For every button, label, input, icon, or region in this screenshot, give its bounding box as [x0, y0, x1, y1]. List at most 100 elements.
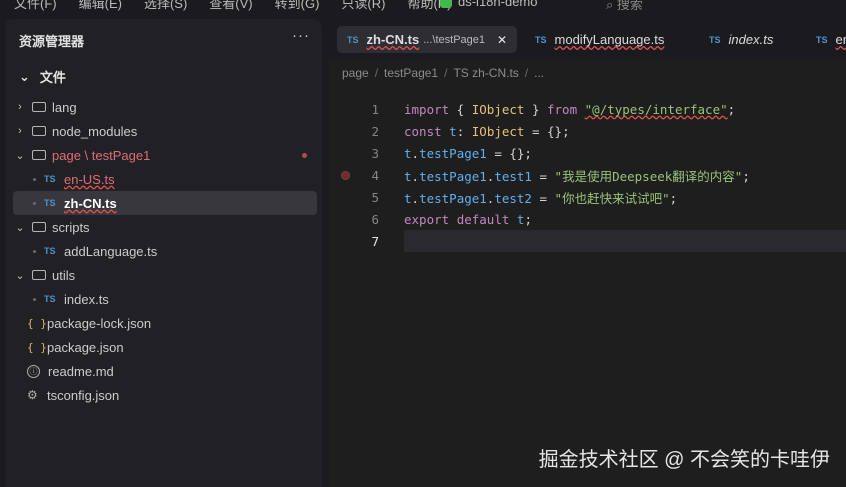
tree-item[interactable]: › node_modules: [13, 119, 317, 143]
code-token: t: [404, 190, 412, 206]
breadcrumb-separator: /: [374, 66, 379, 80]
menu-item[interactable]: 文件(F): [14, 0, 57, 12]
tree-item-label: package-lock.json: [47, 315, 152, 331]
tree-item[interactable]: TS en-US.ts: [13, 167, 317, 191]
folder-icon: [32, 150, 46, 160]
tree-item[interactable]: { } package-lock.json: [13, 311, 317, 335]
close-icon[interactable]: ✕: [497, 33, 507, 47]
tree-item[interactable]: ⌄ scripts: [13, 215, 317, 239]
typescript-file-icon: TS: [44, 246, 56, 256]
code-token: const: [404, 123, 442, 139]
typescript-file-icon: TS: [44, 174, 56, 184]
tree-item[interactable]: › lang: [13, 95, 317, 119]
chevron-down-icon: ⌄: [15, 221, 25, 234]
tree-item[interactable]: ⚙ tsconfig.json: [13, 383, 317, 407]
search-label: 搜索: [616, 0, 643, 12]
tree-item[interactable]: TS addLanguage.ts: [13, 239, 317, 263]
tree-indent-icon: [33, 201, 36, 205]
tree-item[interactable]: TS zh-CN.ts: [13, 191, 317, 215]
tree-item[interactable]: ⌄ utils: [13, 263, 317, 287]
code-token: testPage1: [419, 190, 487, 206]
code-line: 1 import { IObject } from "@/types/interf…: [329, 98, 846, 120]
code-token: ;: [524, 211, 532, 227]
code-token: "@/types/interface": [584, 101, 728, 117]
code-token: from: [547, 101, 578, 117]
code-line: 2 const t: IObject = {};: [329, 120, 846, 142]
code-token: export: [404, 211, 450, 227]
editor-tab[interactable]: TS zh-CN.ts ...\testPage1 ✕: [337, 26, 518, 53]
command-search[interactable]: ⌕ 搜索: [606, 0, 643, 13]
code-token: :: [456, 123, 472, 139]
menu-item[interactable]: 选择(S): [144, 0, 187, 12]
code-line: 7: [329, 230, 846, 252]
code-token: = {};: [524, 123, 570, 139]
code-token: default: [456, 211, 510, 227]
folder-icon: [32, 270, 46, 280]
editor-tab[interactable]: TS modifyLanguage.ts: [525, 26, 674, 53]
code-token: .: [411, 168, 420, 184]
breadcrumb-item[interactable]: page: [342, 66, 369, 80]
root-folder-label: 文件: [39, 70, 66, 85]
code-token: test2: [494, 190, 532, 206]
code-token: {: [449, 101, 472, 117]
folder-icon: [32, 222, 46, 232]
code-text: const t: IObject = {};: [404, 124, 570, 139]
code-token: IObject: [471, 101, 525, 117]
tab-label: zh-CN.ts: [366, 32, 420, 47]
tree-item-label: node_modules: [52, 123, 138, 139]
code-token: ;: [742, 168, 750, 184]
chevron-right-icon: ›: [18, 101, 22, 113]
tree-item[interactable]: { } package.json: [13, 335, 317, 359]
explorer-sidebar: 资源管理器 ··· ⌄ 文件 › lang › node_modules ⌄ page \…: [5, 19, 322, 487]
tree-item-label: scripts: [52, 219, 90, 235]
code-token: test1: [494, 168, 532, 184]
info-file-icon: ⓘ: [27, 364, 40, 378]
menu-item[interactable]: 查看(V): [209, 0, 252, 12]
typescript-file-icon: TS: [44, 198, 56, 208]
project-switcher[interactable]: ds-i18n-demo: [440, 0, 538, 9]
line-number: 6: [371, 211, 379, 227]
line-number: 4: [371, 167, 379, 183]
editor-tab[interactable]: TS en: [806, 26, 846, 53]
line-number: 7: [371, 233, 379, 249]
typescript-file-icon: TS: [709, 34, 721, 45]
tree-item[interactable]: ⌄ page \ testPage1: [13, 143, 317, 167]
breadcrumb-item[interactable]: testPage1: [384, 66, 438, 80]
breadcrumb-item[interactable]: ...: [534, 66, 544, 80]
tree-item-label: tsconfig.json: [47, 387, 120, 403]
breadcrumb-item[interactable]: TS zh-CN.ts: [453, 66, 518, 80]
tree-item[interactable]: ⓘ readme.md: [13, 359, 317, 383]
breadcrumb-separator: /: [444, 66, 448, 80]
menu-item[interactable]: 编辑(E): [79, 0, 122, 12]
code-token: "我是使用Deepseek翻译的内容": [554, 168, 743, 184]
folder-icon: [32, 126, 46, 136]
explorer-root-folder[interactable]: ⌄ 文件: [19, 67, 66, 86]
line-number: 5: [371, 189, 379, 205]
code-text: import { IObject } from "@/types/interfa…: [404, 102, 735, 117]
watermark: 掘金技术社区 @ 不会笑的卡哇伊: [538, 449, 830, 471]
json-file-icon: { }: [27, 340, 47, 354]
code-token: t: [449, 123, 457, 139]
code-token: IObject: [471, 123, 525, 139]
modified-indicator-icon: [302, 152, 307, 158]
editor-tab[interactable]: TS index.ts: [699, 26, 783, 53]
breadcrumb: page / testPage1 / TS zh-CN.ts /...: [342, 66, 544, 80]
code-token: =: [531, 190, 555, 206]
tree-item-label: readme.md: [48, 363, 114, 379]
menu-bar: 文件(F) 编辑(E) 选择(S) 查看(V) 转到(G) 只读(R) 帮助(H): [14, 0, 452, 12]
code-line: 5 t.testPage1.test2 = "你也赶快来试试吧";: [329, 186, 846, 208]
code-token: "你也赶快来试试吧": [554, 190, 670, 206]
menu-item[interactable]: 只读(R): [341, 0, 385, 12]
chevron-down-icon: ⌄: [15, 269, 25, 282]
menu-item[interactable]: 转到(G): [275, 0, 320, 12]
tree-item-label: page \ testPage1: [52, 147, 151, 163]
code-token: ;: [669, 190, 678, 206]
code-token: t: [404, 145, 412, 161]
more-actions-button[interactable]: ···: [292, 27, 310, 44]
tree-item[interactable]: TS index.ts: [13, 287, 317, 311]
typescript-file-icon: TS: [535, 34, 547, 45]
tree-indent-icon: [33, 249, 36, 253]
